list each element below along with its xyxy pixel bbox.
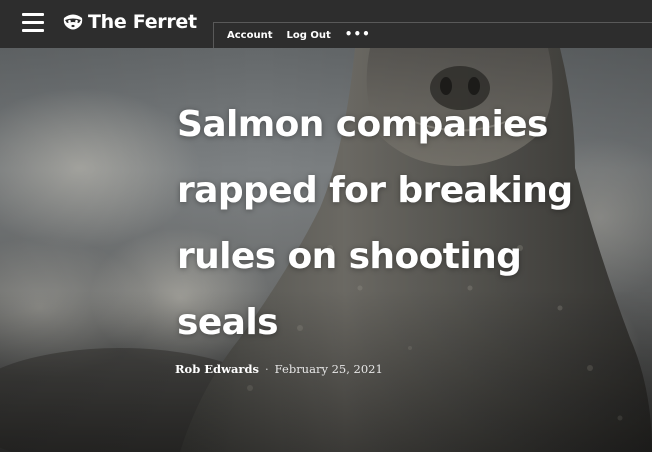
header-divider bbox=[213, 22, 652, 23]
brand-name: The Ferret bbox=[88, 11, 197, 33]
site-header: The Ferret Account Log Out ••• bbox=[0, 0, 652, 48]
article-byline: Rob Edwards · February 25, 2021 bbox=[175, 362, 383, 376]
site-logo[interactable]: The Ferret bbox=[62, 11, 197, 33]
header-divider-vertical bbox=[213, 22, 214, 48]
more-menu-icon[interactable]: ••• bbox=[345, 27, 371, 41]
author-link[interactable]: Rob Edwards bbox=[175, 362, 259, 376]
headline-line: rules on shooting bbox=[177, 236, 522, 277]
ferret-logo-icon bbox=[63, 14, 83, 30]
headline-line: Salmon companies bbox=[177, 104, 548, 145]
article-headline: Salmon companies rapped for breaking rul… bbox=[177, 92, 617, 356]
headline-line: seals bbox=[177, 302, 279, 343]
byline-separator: · bbox=[265, 362, 269, 376]
hamburger-menu-icon[interactable] bbox=[22, 13, 44, 33]
account-nav: Account Log Out ••• bbox=[227, 27, 385, 41]
account-link[interactable]: Account bbox=[227, 30, 272, 41]
publish-date: February 25, 2021 bbox=[274, 362, 383, 376]
logout-link[interactable]: Log Out bbox=[286, 30, 330, 41]
headline-line: rapped for breaking bbox=[177, 170, 573, 211]
